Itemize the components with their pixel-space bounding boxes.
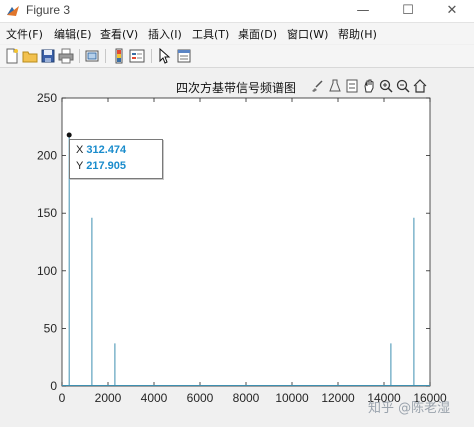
watermark: 知乎 @陈老湿 [368, 401, 451, 416]
x-tick-label: 6000 [187, 391, 214, 405]
data-tip[interactable]: X 312.474 Y 217.905 [69, 139, 163, 179]
y-tick-label: 50 [44, 321, 58, 335]
y-tick-label: 100 [37, 264, 57, 278]
x-tick-label: 10000 [275, 391, 309, 405]
datatip-marker [66, 132, 72, 138]
x-tick-label: 12000 [321, 391, 355, 405]
y-tick-label: 250 [37, 91, 57, 105]
datatip-x-value: 312.474 [86, 144, 127, 156]
x-tick-label: 2000 [95, 391, 122, 405]
y-tick-label: 200 [37, 149, 57, 163]
datatip-y-value: 217.905 [86, 160, 126, 172]
datatip-x-label: X [76, 144, 84, 156]
x-tick-label: 4000 [141, 391, 168, 405]
plot-area[interactable]: 0 50 100 150 200 250 0 2000 4000 6000 8000 10000 120… [0, 0, 474, 427]
x-tick-label: 0 [59, 391, 66, 405]
x-tick-label: 8000 [233, 391, 260, 405]
datatip-y-label: Y [76, 160, 84, 172]
y-tick-label: 150 [37, 206, 57, 220]
y-tick-label: 0 [50, 379, 57, 393]
